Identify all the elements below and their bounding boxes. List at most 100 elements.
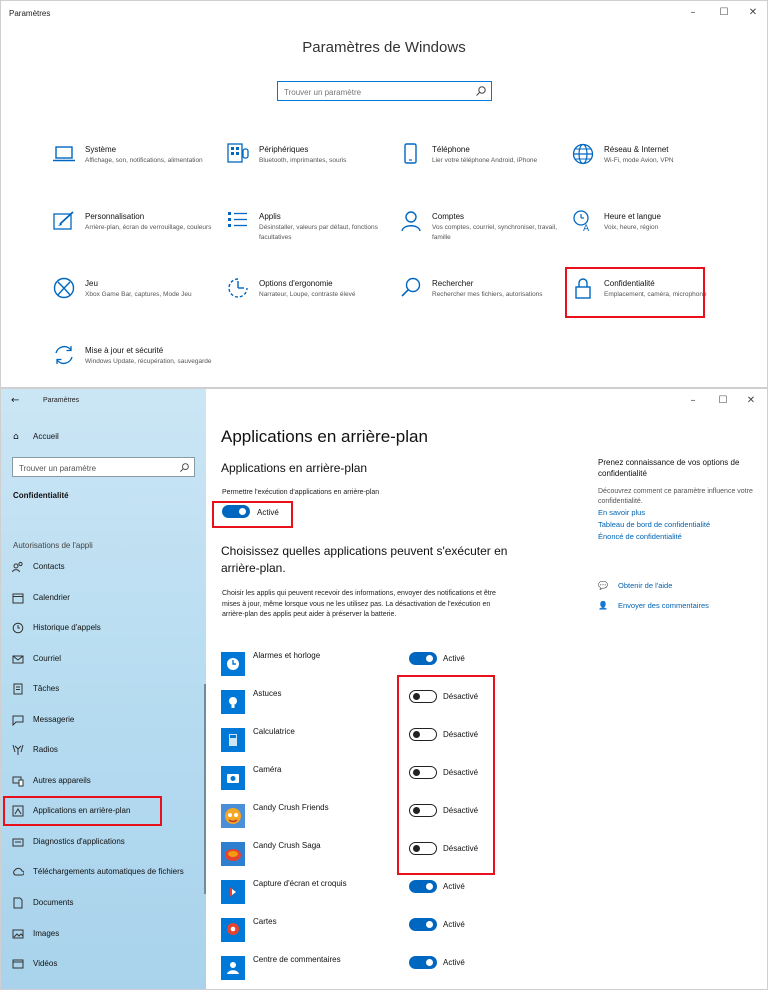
main-content: – ☐ ✕ Applications en arrière-plan Appli… (206, 389, 767, 989)
app-toggle[interactable] (409, 652, 437, 665)
sidebar: ← Paramètres ⌂ Accueil Confidentialité Au… (1, 389, 206, 989)
category-title: Système (85, 145, 117, 154)
sidebar-item-label: Diagnostics d'applications (33, 837, 125, 846)
globe-icon (572, 143, 594, 165)
category-reseau[interactable]: Réseau & Internet Wi-Fi, mode Avion, VPN (572, 143, 742, 193)
sidebar-item-calendrier[interactable]: Calendrier (1, 586, 206, 610)
close-button[interactable]: ✕ (741, 5, 765, 21)
category-ergonomie[interactable]: Options d'ergonomie Narrateur, Loupe, co… (227, 277, 397, 327)
privacy-dashboard-link[interactable]: Tableau de bord de confidentialité (598, 519, 758, 531)
downloads-icon (13, 867, 24, 876)
app-row: Candy Crush Saga Désactivé (221, 839, 521, 869)
radios-icon (12, 744, 24, 755)
send-feedback-link[interactable]: 👤 Envoyer des commentaires (598, 601, 709, 610)
messaging-icon (12, 715, 24, 726)
app-row: Candy Crush Friends Désactivé (221, 801, 521, 831)
lightbulb-icon (221, 690, 245, 714)
maximize-button[interactable]: ☐ (712, 5, 736, 21)
category-heure-langue[interactable]: A Heure et langue Voix, heure, région (572, 210, 742, 260)
app-name: Alarmes et horloge (253, 651, 321, 660)
settings-search-box[interactable] (277, 81, 492, 102)
app-toggle[interactable] (409, 690, 437, 703)
category-systeme[interactable]: Système Affichage, son, notifications, a… (53, 143, 223, 193)
sidebar-search-input[interactable] (13, 459, 173, 478)
app-toggle-state: Désactivé (443, 768, 479, 777)
category-rechercher[interactable]: Rechercher Rechercher mes fichiers, auto… (400, 277, 570, 327)
sidebar-item-radios[interactable]: Radios (1, 738, 206, 762)
app-name: Candy Crush Saga (253, 841, 321, 850)
maximize-button[interactable]: ☐ (711, 393, 735, 409)
app-toggle[interactable] (409, 804, 437, 817)
app-toggle-state: Désactivé (443, 692, 479, 701)
back-arrow-icon[interactable]: ← (11, 395, 19, 406)
app-toggle[interactable] (409, 956, 437, 969)
app-name: Centre de commentaires (253, 955, 341, 964)
toggle-knob (413, 769, 420, 776)
laptop-icon (53, 146, 75, 162)
sidebar-item-messagerie[interactable]: Messagerie (1, 708, 206, 732)
window-title: Paramètres (43, 397, 80, 404)
category-title: Personnalisation (85, 212, 145, 221)
sidebar-item-telechargements[interactable]: Téléchargements automatiques de fichiers (1, 860, 206, 884)
sidebar-item-images[interactable]: Images (1, 922, 206, 946)
minimize-button[interactable]: – (681, 393, 705, 409)
category-telephone[interactable]: Téléphone Lier votre téléphone Android, … (400, 143, 570, 193)
close-button[interactable]: ✕ (739, 393, 763, 409)
get-help-link[interactable]: 💬 Obtenir de l'aide (598, 581, 672, 590)
privacy-statement-link[interactable]: Énoncé de confidentialité (598, 531, 758, 543)
allow-background-toggle[interactable] (222, 505, 250, 518)
category-mise-a-jour[interactable]: Mise à jour et sécurité Windows Update, … (53, 344, 223, 394)
category-title: Heure et langue (604, 212, 661, 221)
app-toggle[interactable] (409, 918, 437, 931)
learn-more-link[interactable]: En savoir plus (598, 507, 758, 519)
keyboard-icon (227, 143, 249, 163)
toggle-knob (426, 655, 433, 662)
app-toggle-state: Désactivé (443, 806, 479, 815)
sidebar-group-title: Autorisations de l'appli (13, 541, 93, 550)
toggle-knob (239, 508, 246, 515)
app-toggle[interactable] (409, 880, 437, 893)
allow-background-state: Activé (257, 508, 279, 517)
category-title: Périphériques (259, 145, 309, 154)
phone-icon (404, 143, 417, 164)
minimize-button[interactable]: – (681, 5, 705, 21)
category-personnalisation[interactable]: Personnalisation Arrière-plan, écran de … (53, 210, 223, 260)
images-icon (12, 929, 24, 939)
category-confidentialite[interactable]: Confidentialité Emplacement, caméra, mic… (572, 277, 742, 327)
sidebar-item-label: Applications en arrière-plan (33, 806, 131, 815)
category-jeu[interactable]: Jeu Xbox Game Bar, captures, Mode Jeu (53, 277, 223, 327)
app-toggle[interactable] (409, 766, 437, 779)
category-title: Confidentialité (604, 279, 655, 288)
category-desc: Rechercher mes fichiers, autorisations (432, 291, 543, 298)
app-toggle[interactable] (409, 728, 437, 741)
sidebar-item-label: Images (33, 929, 60, 938)
sidebar-item-diagnostics[interactable]: Diagnostics d'applications (1, 830, 206, 854)
category-title: Comptes (432, 212, 465, 221)
sidebar-item-applications-arriere-plan[interactable]: Applications en arrière-plan (1, 799, 206, 823)
sidebar-item-videos[interactable]: Vidéos (1, 952, 206, 976)
sidebar-item-contacts[interactable]: Contacts (1, 555, 206, 579)
search-input[interactable] (278, 83, 463, 102)
category-applis[interactable]: Applis Désinstaller, valeurs par défaut,… (227, 210, 397, 260)
app-toggle[interactable] (409, 842, 437, 855)
sidebar-item-courriel[interactable]: Courriel (1, 647, 206, 671)
sidebar-item-taches[interactable]: Tâches (1, 677, 206, 701)
sidebar-section-title: Confidentialité (13, 491, 69, 500)
sidebar-item-autres-appareils[interactable]: Autres appareils (1, 769, 206, 793)
privacy-settings-window: ← Paramètres ⌂ Accueil Confidentialité Au… (0, 388, 768, 990)
diagnostics-icon (12, 838, 24, 847)
category-peripheriques[interactable]: Périphériques Bluetooth, imprimantes, so… (227, 143, 397, 193)
sidebar-search-box[interactable] (12, 457, 195, 478)
sidebar-item-historique[interactable]: Historique d'appels (1, 616, 206, 640)
category-desc: Désinstaller, valeurs par défaut, foncti… (259, 224, 378, 241)
category-desc: Windows Update, récupération, sauvegarde (85, 358, 212, 365)
category-desc: Emplacement, caméra, microphone (604, 291, 707, 298)
privacy-info-panel: Prenez connaissance de vos options de co… (598, 457, 758, 543)
app-row: Alarmes et horloge Activé (221, 649, 521, 679)
home-link[interactable]: ⌂ Accueil (13, 432, 59, 442)
help-chat-icon: 💬 (598, 581, 608, 590)
search-icon (401, 277, 421, 297)
toggle-knob (413, 845, 420, 852)
category-comptes[interactable]: Comptes Vos comptes, courriel, synchroni… (400, 210, 570, 260)
sidebar-item-documents[interactable]: Documents (1, 891, 206, 915)
